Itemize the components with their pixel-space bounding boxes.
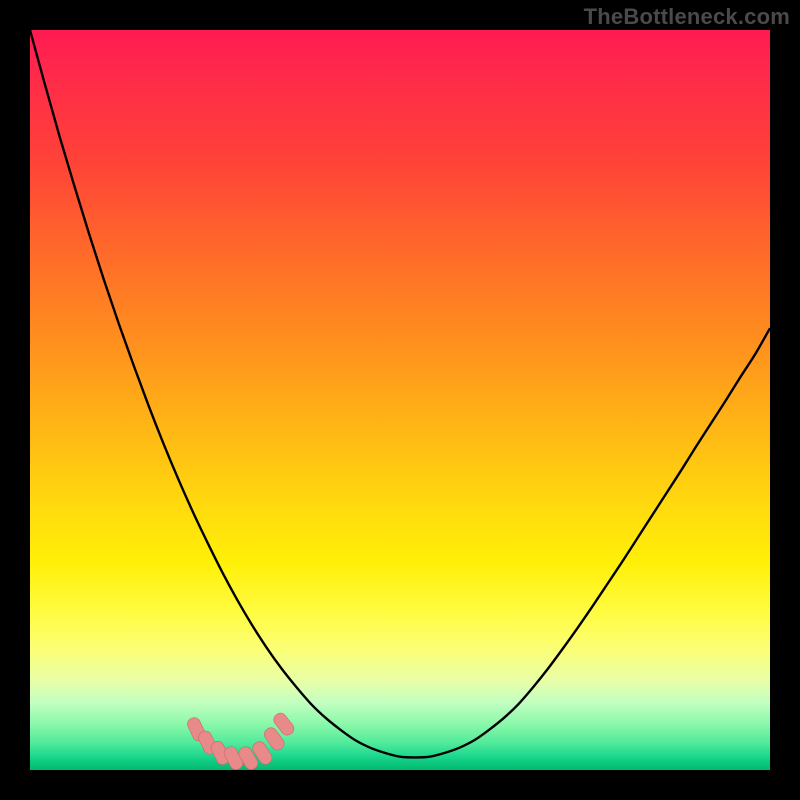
plot-area xyxy=(30,30,770,770)
chart-frame: TheBottleneck.com xyxy=(0,0,800,800)
marker-layer xyxy=(30,30,770,770)
watermark-text: TheBottleneck.com xyxy=(584,4,790,30)
